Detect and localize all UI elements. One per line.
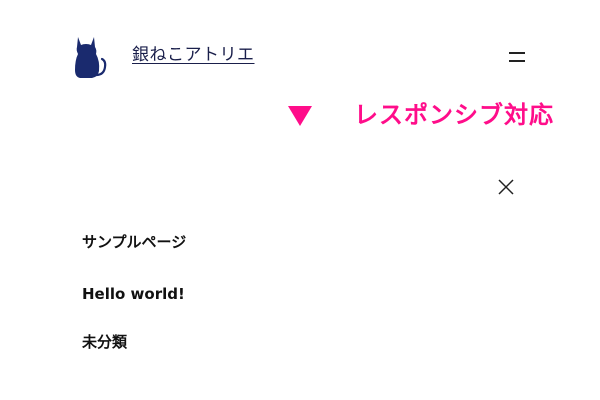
menu-item-uncategorized[interactable]: 未分類 [82,330,127,354]
site-title-link[interactable]: 銀ねこアトリエ [132,43,255,67]
down-triangle-icon [288,106,312,126]
page: 銀ねこアトリエ レスポンシブ対応 サンプルページ Hello world! 未分… [0,0,600,400]
black-cat-icon [75,37,107,78]
hamburger-menu-button[interactable] [502,46,532,68]
hamburger-menu-icon-bar [509,60,525,62]
hamburger-menu-icon [509,52,525,54]
menu-item-sample-page[interactable]: サンプルページ [82,230,186,254]
responsive-annotation: レスポンシブ対応 [284,98,584,132]
menu-item-hello-world[interactable]: Hello world! [82,282,185,306]
close-menu-button[interactable] [494,175,518,199]
site-header: 銀ねこアトリエ [0,0,600,108]
close-icon [498,179,514,195]
annotation-label: レスポンシブ対応 [354,101,554,129]
